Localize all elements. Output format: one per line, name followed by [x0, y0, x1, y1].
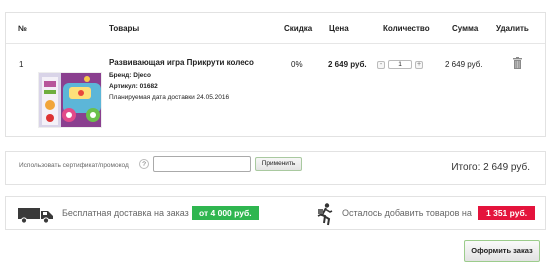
trash-icon[interactable] — [513, 57, 522, 69]
order-total: Итого: 2 649 руб. — [451, 162, 530, 173]
remaining-amount-text: Осталось добавить товаров на — [342, 208, 472, 218]
header-price: Цена — [329, 24, 349, 33]
product-info: Развивающая игра Прикрути колесо Бренд: … — [109, 58, 279, 103]
brand-value: Djeco — [133, 72, 151, 79]
promo-section: Использовать сертификат/промокод ? Приме… — [5, 151, 546, 185]
quantity-stepper: - 1 + — [377, 59, 423, 70]
shipping-info: Бесплатная доставка на заказ от 4 000 ру… — [5, 196, 546, 230]
promo-code-input[interactable] — [153, 156, 251, 172]
quantity-input[interactable]: 1 — [388, 60, 412, 69]
toy-box-picture — [39, 73, 101, 127]
product-delivery-date: Планируемая дата доставки 24.05.2016 — [109, 94, 230, 101]
article-label: Артикул: — [109, 83, 138, 90]
checkout-button[interactable]: Оформить заказ — [464, 240, 540, 262]
free-delivery-threshold-badge: от 4 000 руб. — [192, 206, 259, 220]
row-price: 2 649 руб. — [328, 60, 367, 69]
product-brand: Бренд: Djeco — [109, 70, 279, 81]
article-value: 01682 — [139, 83, 158, 90]
row-sum: 2 649 руб. — [445, 60, 483, 69]
promo-label: Использовать сертификат/промокод — [19, 162, 129, 169]
product-article: Артикул: 01682 — [109, 81, 279, 92]
header-num: № — [18, 24, 27, 33]
truck-icon — [18, 208, 53, 224]
row-discount: 0% — [291, 60, 303, 69]
header-delete: Удалить — [496, 24, 529, 33]
header-quantity: Количество — [383, 24, 430, 33]
header-divider — [6, 43, 545, 44]
quantity-minus-button[interactable]: - — [377, 60, 385, 69]
product-image[interactable] — [38, 72, 102, 128]
remaining-amount-badge: 1 351 руб. — [478, 206, 536, 220]
product-name[interactable]: Развивающая игра Прикрути колесо — [109, 58, 279, 67]
courier-runner-icon — [317, 203, 333, 226]
row-num: 1 — [19, 60, 24, 69]
free-delivery-text: Бесплатная доставка на заказ — [62, 208, 189, 218]
apply-button[interactable]: Применить — [255, 157, 302, 171]
header-goods: Товары — [109, 24, 140, 33]
header-sum: Сумма — [452, 24, 479, 33]
help-icon[interactable]: ? — [139, 159, 149, 169]
header-discount: Скидка — [284, 24, 313, 33]
brand-label: Бренд: — [109, 72, 132, 79]
quantity-plus-button[interactable]: + — [415, 60, 423, 69]
